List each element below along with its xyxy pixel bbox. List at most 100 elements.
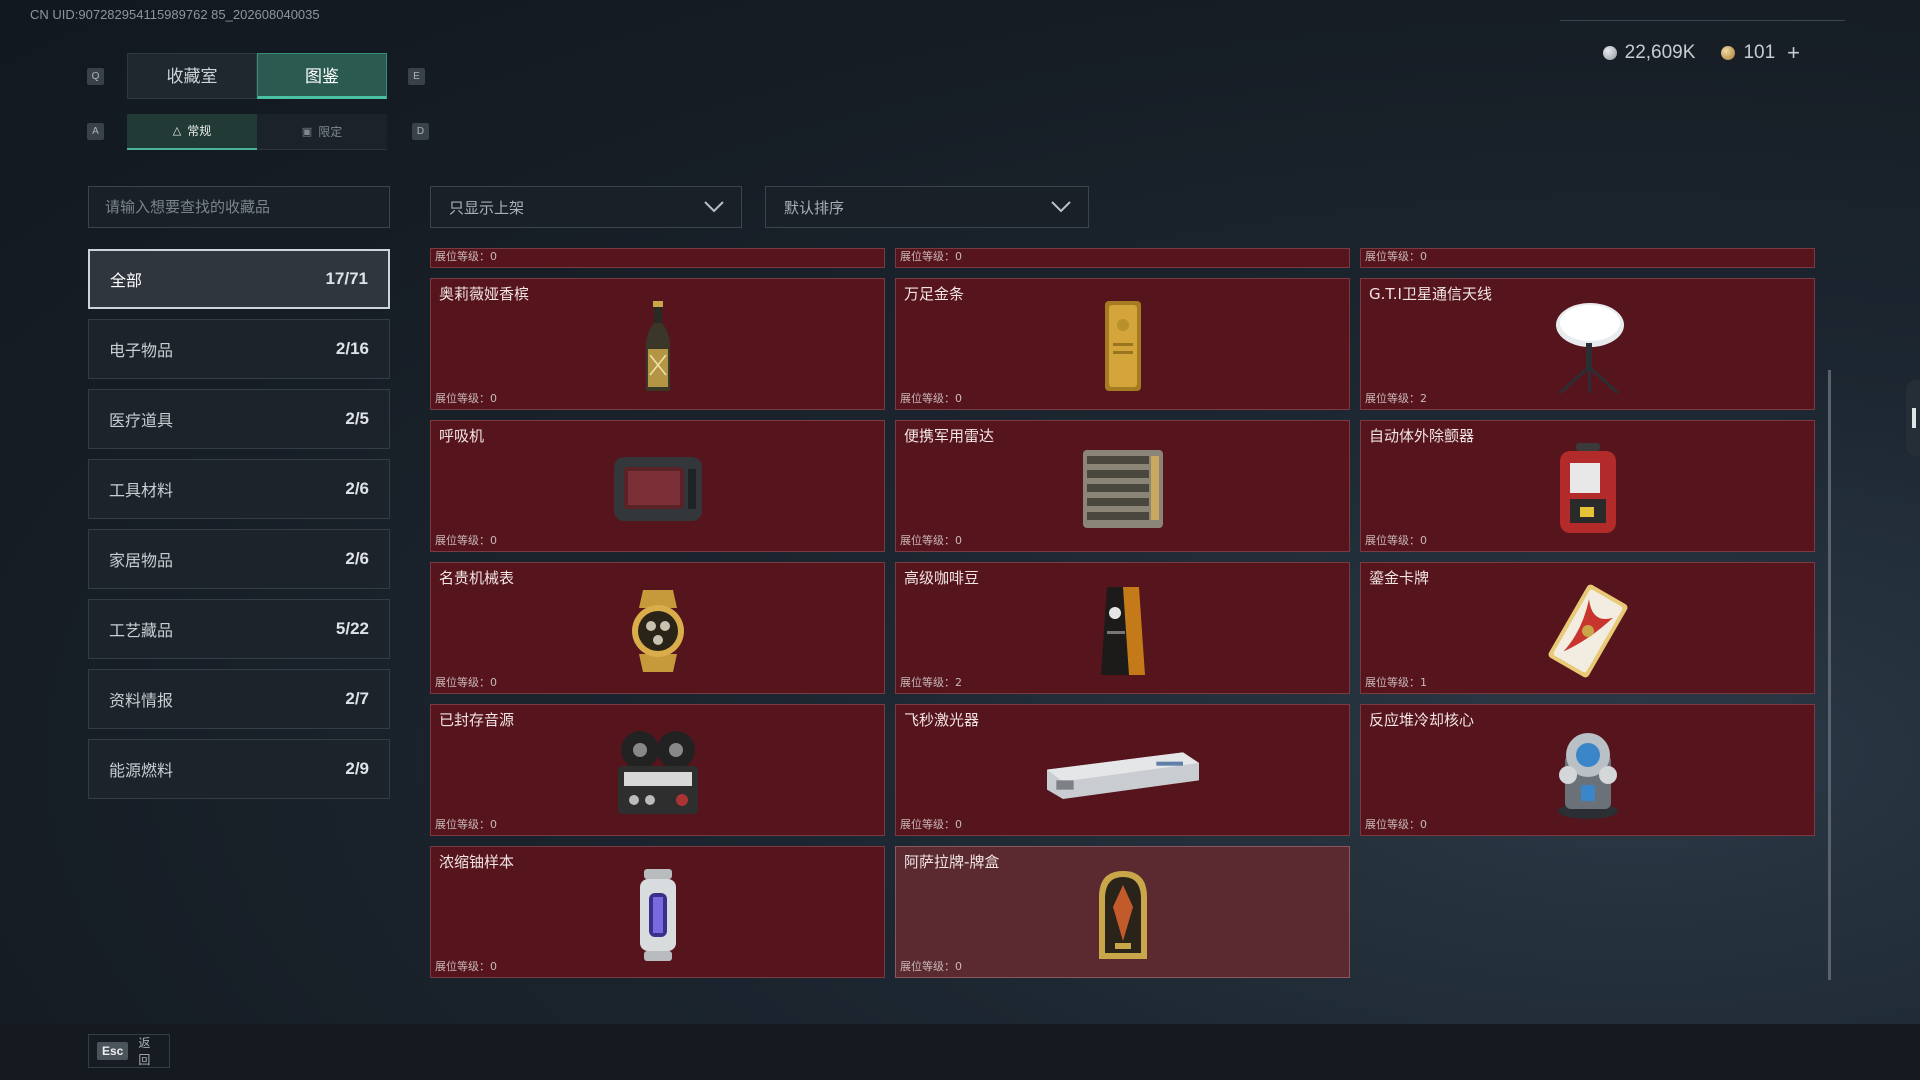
category-household[interactable]: 家居物品 2/6 (88, 529, 390, 589)
defibrillator-icon (1508, 439, 1668, 539)
item-display-level: 展位等级：0 (1365, 818, 1427, 831)
item-display-level: 展位等级：0 (435, 676, 497, 689)
collection-card[interactable]: 自动体外除颤器展位等级：0 (1360, 420, 1815, 552)
category-intel[interactable]: 资料情报 2/7 (88, 669, 390, 729)
category-count: 2/7 (345, 689, 369, 708)
category-electronics[interactable]: 电子物品 2/16 (88, 319, 390, 379)
item-display-level: 展位等级：0 (900, 250, 962, 263)
item-name: 万足金条 (904, 285, 965, 303)
add-currency-button[interactable]: + (1787, 40, 1800, 66)
item-name: 已封存音源 (439, 711, 515, 729)
main-tabs: 收藏室 图鉴 (127, 53, 387, 99)
subtab-limited-label: 限定 (318, 124, 343, 139)
collection-card[interactable]: 浓缩铀样本 展位等级：0 (430, 846, 885, 978)
subtab-regular-label: 常规 (187, 124, 212, 138)
footer-bar (0, 1024, 1920, 1080)
category-label: 电子物品 (109, 341, 174, 360)
category-crafts[interactable]: 工艺藏品 5/22 (88, 599, 390, 659)
reel-recorder-icon (578, 723, 738, 823)
collection-card[interactable]: 奥莉薇娅香槟 展位等级：0 (430, 278, 885, 410)
key-hint-a: A (87, 123, 104, 140)
tab-catalog[interactable]: 图鉴 (257, 53, 387, 99)
category-energy[interactable]: 能源燃料 2/9 (88, 739, 390, 799)
collection-card[interactable]: 万足金条 展位等级：0 (895, 278, 1350, 410)
category-label: 医疗道具 (109, 411, 174, 430)
sub-tabs: △ 常规 ▣ 限定 (127, 114, 387, 150)
key-hint-q: Q (87, 68, 104, 85)
gold-currency: 101 + (1721, 40, 1800, 66)
sort-value: 默认排序 (784, 198, 845, 217)
grid-scrollbar[interactable] (1828, 370, 1831, 980)
item-name: 反应堆冷却核心 (1369, 711, 1475, 729)
collection-card[interactable]: 名贵机械表展位等级：0 (430, 562, 885, 694)
item-display-level: 展位等级：0 (435, 818, 497, 831)
item-display-level: 展位等级：0 (435, 534, 497, 547)
item-name: 便携军用雷达 (904, 427, 995, 445)
item-name: 名贵机械表 (439, 569, 515, 587)
key-hint-d: D (412, 123, 429, 140)
flame-icon: △ (172, 124, 182, 137)
category-count: 2/16 (335, 339, 369, 358)
category-label: 全部 (110, 271, 143, 290)
satellite-dish-icon (1508, 297, 1668, 397)
tab-collection-room[interactable]: 收藏室 (127, 53, 257, 99)
subtab-regular[interactable]: △ 常规 (127, 114, 257, 150)
back-button[interactable]: Esc 返回 (88, 1034, 170, 1068)
collection-card[interactable]: 便携军用雷达 展位等级：0 (895, 420, 1350, 552)
item-name: 自动体外除颤器 (1369, 427, 1475, 445)
collection-grid-viewport: 展位等级：0 展位等级：0 展位等级：0 奥莉薇娅香槟 展位等级：0 万足金条 展位等级：0… (430, 248, 1820, 980)
gold-coin-icon (1721, 46, 1736, 60)
item-name: 高级咖啡豆 (904, 569, 980, 587)
reactor-core-icon (1508, 723, 1668, 823)
radar-icon (1043, 439, 1203, 539)
collection-grid: 展位等级：0 展位等级：0 展位等级：0 奥莉薇娅香槟 展位等级：0 万足金条 展位等级：0… (430, 248, 1815, 978)
coffee-bag-icon (1043, 581, 1203, 681)
category-all[interactable]: 全部 17/71 (88, 249, 390, 309)
champagne-bottle-icon (578, 297, 738, 397)
gold-bar-icon (1043, 297, 1203, 397)
category-count: 2/9 (345, 759, 369, 778)
item-display-level: 展位等级：2 (1365, 392, 1427, 405)
collection-card[interactable]: 展位等级：0 (430, 248, 885, 268)
key-hint-e: E (408, 68, 425, 85)
collection-card[interactable]: 已封存音源展位等级：0 (430, 704, 885, 836)
item-name: 呼吸机 (439, 427, 485, 445)
search-input[interactable] (88, 186, 390, 228)
category-label: 工具材料 (109, 481, 174, 500)
item-display-level: 展位等级：0 (900, 818, 962, 831)
side-panel-handle[interactable] (1906, 380, 1920, 456)
category-count: 2/6 (345, 479, 369, 498)
item-display-level: 展位等级：0 (1365, 534, 1427, 547)
category-count: 2/5 (345, 409, 369, 428)
laser-device-icon (1043, 723, 1203, 823)
item-name: 鎏金卡牌 (1369, 569, 1430, 587)
category-label: 家居物品 (109, 551, 174, 570)
collection-card[interactable]: G.T.I卫星通信天线 展位等级：2 (1360, 278, 1815, 410)
category-label: 资料情报 (109, 691, 174, 710)
esc-key-icon: Esc (97, 1042, 129, 1060)
top-divider (1560, 20, 1845, 21)
watch-icon (578, 581, 738, 681)
shelf-filter-dropdown[interactable]: 只显示上架 (430, 186, 742, 228)
item-display-level: 展位等级：1 (1365, 676, 1427, 689)
item-display-level: 展位等级：0 (435, 960, 497, 973)
collection-card[interactable]: 展位等级：0 (895, 248, 1350, 268)
category-label: 能源燃料 (109, 761, 174, 780)
collection-card[interactable]: 鎏金卡牌展位等级：1 (1360, 562, 1815, 694)
category-count: 5/22 (335, 619, 369, 638)
collection-card[interactable]: 展位等级：0 (1360, 248, 1815, 268)
collection-card[interactable]: 反应堆冷却核心展位等级：0 (1360, 704, 1815, 836)
category-list: 全部 17/71 电子物品 2/16 医疗道具 2/5 工具材料 2/6 家居物… (88, 249, 390, 809)
collection-card[interactable]: 飞秒激光器 展位等级：0 (895, 704, 1350, 836)
category-count: 2/6 (345, 549, 369, 568)
collection-card[interactable]: 高级咖啡豆 展位等级：2 (895, 562, 1350, 694)
gold-amount: 101 (1743, 42, 1776, 63)
category-label: 工艺藏品 (109, 621, 174, 640)
collection-card[interactable]: 呼吸机展位等级：0 (430, 420, 885, 552)
sort-dropdown[interactable]: 默认排序 (765, 186, 1089, 228)
gilded-card-icon (1508, 581, 1668, 681)
category-tools[interactable]: 工具材料 2/6 (88, 459, 390, 519)
collection-card[interactable]: 阿萨拉牌-牌盒 展位等级：0 (895, 846, 1350, 978)
subtab-limited[interactable]: ▣ 限定 (257, 114, 387, 150)
category-medical[interactable]: 医疗道具 2/5 (88, 389, 390, 449)
